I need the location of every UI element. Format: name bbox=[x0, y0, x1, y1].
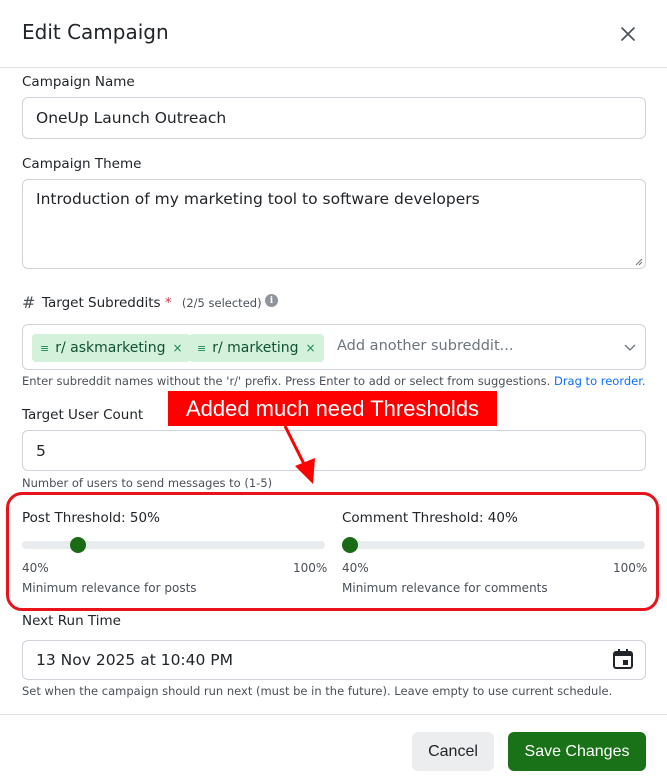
drag-to-reorder-hint: Drag to reorder. bbox=[553, 374, 646, 388]
subreddit-help: Enter subreddit names without the 'r/' p… bbox=[22, 374, 551, 388]
post-threshold-max: 100% bbox=[293, 561, 328, 575]
post-threshold-thumb[interactable] bbox=[69, 537, 86, 553]
subreddit-help-text: Enter subreddit names without the 'r/' p… bbox=[22, 374, 646, 388]
calendar-icon[interactable] bbox=[612, 648, 634, 670]
target-user-count-value: 5 bbox=[36, 441, 46, 460]
comment-threshold-help: Minimum relevance for comments bbox=[342, 581, 548, 595]
resize-handle-icon[interactable] bbox=[634, 257, 643, 266]
post-threshold-label: Post Threshold: 50% bbox=[22, 510, 160, 526]
next-run-input[interactable]: 13 Nov 2025 at 10:40 PM bbox=[22, 640, 646, 680]
chevron-down-icon[interactable] bbox=[623, 340, 637, 354]
campaign-name-input[interactable]: OneUp Launch Outreach bbox=[22, 97, 646, 139]
chip-remove-icon[interactable]: × bbox=[172, 341, 182, 355]
required-mark: * bbox=[164, 295, 172, 311]
hash-icon: # bbox=[22, 293, 36, 312]
modal-title: Edit Campaign bbox=[22, 20, 169, 44]
info-icon[interactable]: i bbox=[265, 294, 278, 307]
next-run-value: 13 Nov 2025 at 10:40 PM bbox=[36, 651, 234, 669]
target-user-count-input[interactable]: 5 bbox=[22, 430, 646, 471]
selected-count: (2/5 selected) bbox=[181, 296, 262, 310]
close-button[interactable] bbox=[616, 22, 640, 46]
drag-handle-icon[interactable]: ≡ bbox=[197, 342, 206, 355]
post-threshold-min: 40% bbox=[22, 561, 49, 575]
chip-label: r/ marketing bbox=[212, 340, 299, 356]
chip-remove-icon[interactable]: × bbox=[305, 341, 315, 355]
post-threshold-help: Minimum relevance for posts bbox=[22, 581, 197, 595]
comment-threshold-slider[interactable] bbox=[342, 537, 645, 553]
target-user-count-label: Target User Count bbox=[22, 407, 144, 423]
next-run-label: Next Run Time bbox=[22, 613, 121, 629]
comment-threshold-min: 40% bbox=[342, 561, 369, 575]
next-run-help: Set when the campaign should run next (m… bbox=[22, 684, 613, 698]
subreddit-chip-askmarketing[interactable]: ≡ r/ askmarketing × bbox=[32, 334, 191, 362]
subreddit-search-input[interactable]: Add another subreddit... bbox=[337, 338, 513, 354]
save-changes-button[interactable]: Save Changes bbox=[508, 732, 646, 771]
drag-handle-icon[interactable]: ≡ bbox=[40, 342, 49, 355]
subreddit-multiselect[interactable]: ≡ r/ askmarketing × ≡ r/ marketing × Add… bbox=[22, 324, 646, 370]
target-subreddits-label: Target Subreddits * (2/5 selected) bbox=[42, 295, 262, 311]
annotation-callout: Added much need Thresholds bbox=[168, 391, 497, 426]
subreddit-chip-marketing[interactable]: ≡ r/ marketing × bbox=[189, 334, 324, 362]
comment-threshold-max: 100% bbox=[613, 561, 648, 575]
modal-header: Edit Campaign bbox=[0, 0, 667, 68]
campaign-theme-label: Campaign Theme bbox=[22, 156, 142, 172]
campaign-name-value: OneUp Launch Outreach bbox=[36, 109, 227, 127]
target-user-help: Number of users to send messages to (1-5… bbox=[22, 476, 273, 490]
comment-threshold-label: Comment Threshold: 40% bbox=[342, 510, 518, 526]
close-icon bbox=[621, 27, 635, 41]
campaign-theme-textarea[interactable]: Introduction of my marketing tool to sof… bbox=[22, 179, 646, 269]
chip-label: r/ askmarketing bbox=[55, 340, 166, 356]
cancel-button[interactable]: Cancel bbox=[412, 732, 494, 771]
campaign-name-label: Campaign Name bbox=[22, 74, 135, 90]
campaign-theme-value: Introduction of my marketing tool to sof… bbox=[36, 190, 480, 208]
modal-footer: Cancel Save Changes bbox=[0, 714, 667, 784]
comment-threshold-thumb[interactable] bbox=[342, 537, 358, 553]
target-subreddits-text: Target Subreddits bbox=[42, 295, 161, 311]
post-threshold-slider[interactable] bbox=[22, 537, 325, 553]
